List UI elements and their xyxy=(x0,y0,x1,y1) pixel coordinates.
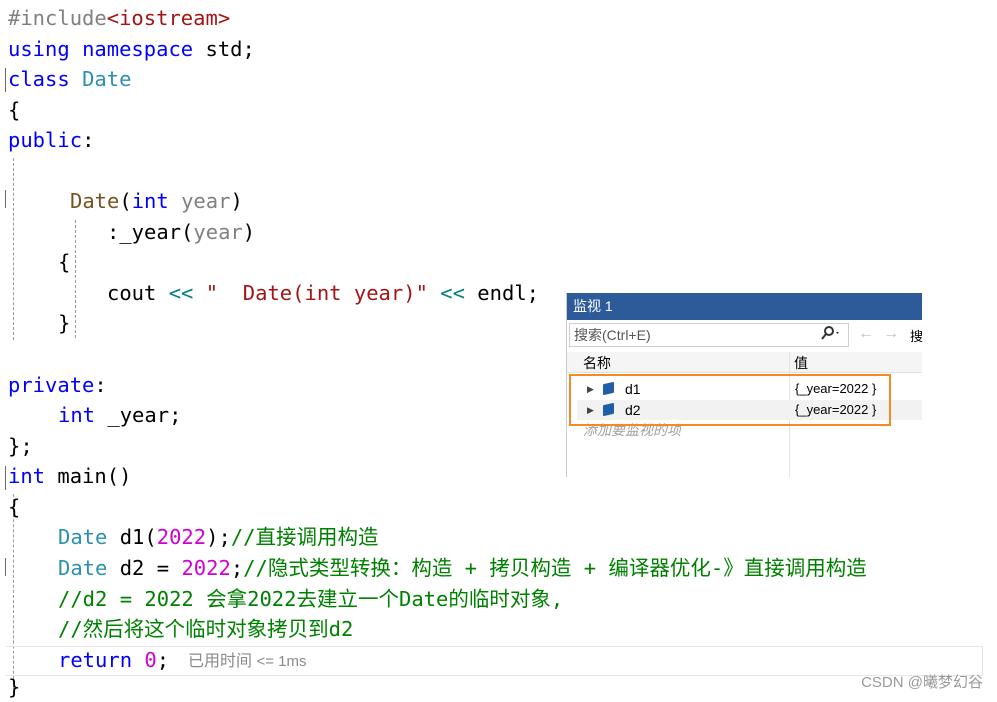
code-line-11: } xyxy=(58,311,71,335)
code-line-5: public: xyxy=(8,128,95,152)
code-line-2: using namespace std; xyxy=(8,37,255,61)
code-line-13: private: xyxy=(8,373,107,397)
indent-guide xyxy=(13,158,14,340)
code-line-7: Date(int year) xyxy=(70,189,243,213)
annotation-highlight-box xyxy=(569,374,891,426)
code-line-17: { xyxy=(8,495,21,519)
watch-title-bar[interactable]: 监视 1 xyxy=(567,293,922,320)
watermark: CSDN @曦梦幻谷 xyxy=(861,674,983,691)
code-line-3: class Date xyxy=(8,67,132,91)
fold-marker[interactable] xyxy=(5,558,6,576)
code-line-15: }; xyxy=(8,434,33,458)
fold-marker[interactable] xyxy=(5,466,6,490)
code-line-1: #include<iostream> xyxy=(8,6,231,30)
column-name[interactable]: 名称 xyxy=(583,352,611,374)
search-icon[interactable] xyxy=(820,325,842,347)
code-line-14: int _year; xyxy=(58,403,182,427)
back-arrow-icon[interactable]: ← xyxy=(858,325,874,343)
code-line-21: //然后将这个临时对象拷贝到d2 xyxy=(58,617,354,641)
fold-marker[interactable] xyxy=(5,68,6,92)
watch-column-header: 名称 值 xyxy=(567,352,922,373)
code-line-10: cout << " Date(int year)" << endl; xyxy=(107,281,540,305)
code-line-4: { xyxy=(8,98,21,122)
perf-tip[interactable]: 已用时间 <= 1ms xyxy=(188,650,307,674)
indent-guide xyxy=(75,220,76,338)
code-line-23: } xyxy=(8,675,21,699)
fold-marker[interactable] xyxy=(5,190,6,208)
watch-search-input[interactable]: 搜索(Ctrl+E) xyxy=(569,323,849,347)
code-line-20: //d2 = 2022 会拿2022去建立一个Date的临时对象, xyxy=(58,587,564,611)
code-line-18: Date d1(2022);//直接调用构造 xyxy=(58,525,379,549)
column-value[interactable]: 值 xyxy=(794,352,808,374)
code-line-22: return 0; xyxy=(58,648,170,672)
code-line-19: Date d2 = 2022;//隐式类型转换：构造 + 拷贝构造 + 编译器优… xyxy=(58,556,867,580)
code-line-9: { xyxy=(58,250,71,274)
code-line-16: int main() xyxy=(8,464,132,488)
search-depth-label[interactable]: 搜 xyxy=(910,326,923,345)
forward-arrow-icon[interactable]: → xyxy=(883,325,899,343)
search-placeholder: 搜索(Ctrl+E) xyxy=(574,327,651,343)
code-line-8: :_year(year) xyxy=(107,220,256,244)
